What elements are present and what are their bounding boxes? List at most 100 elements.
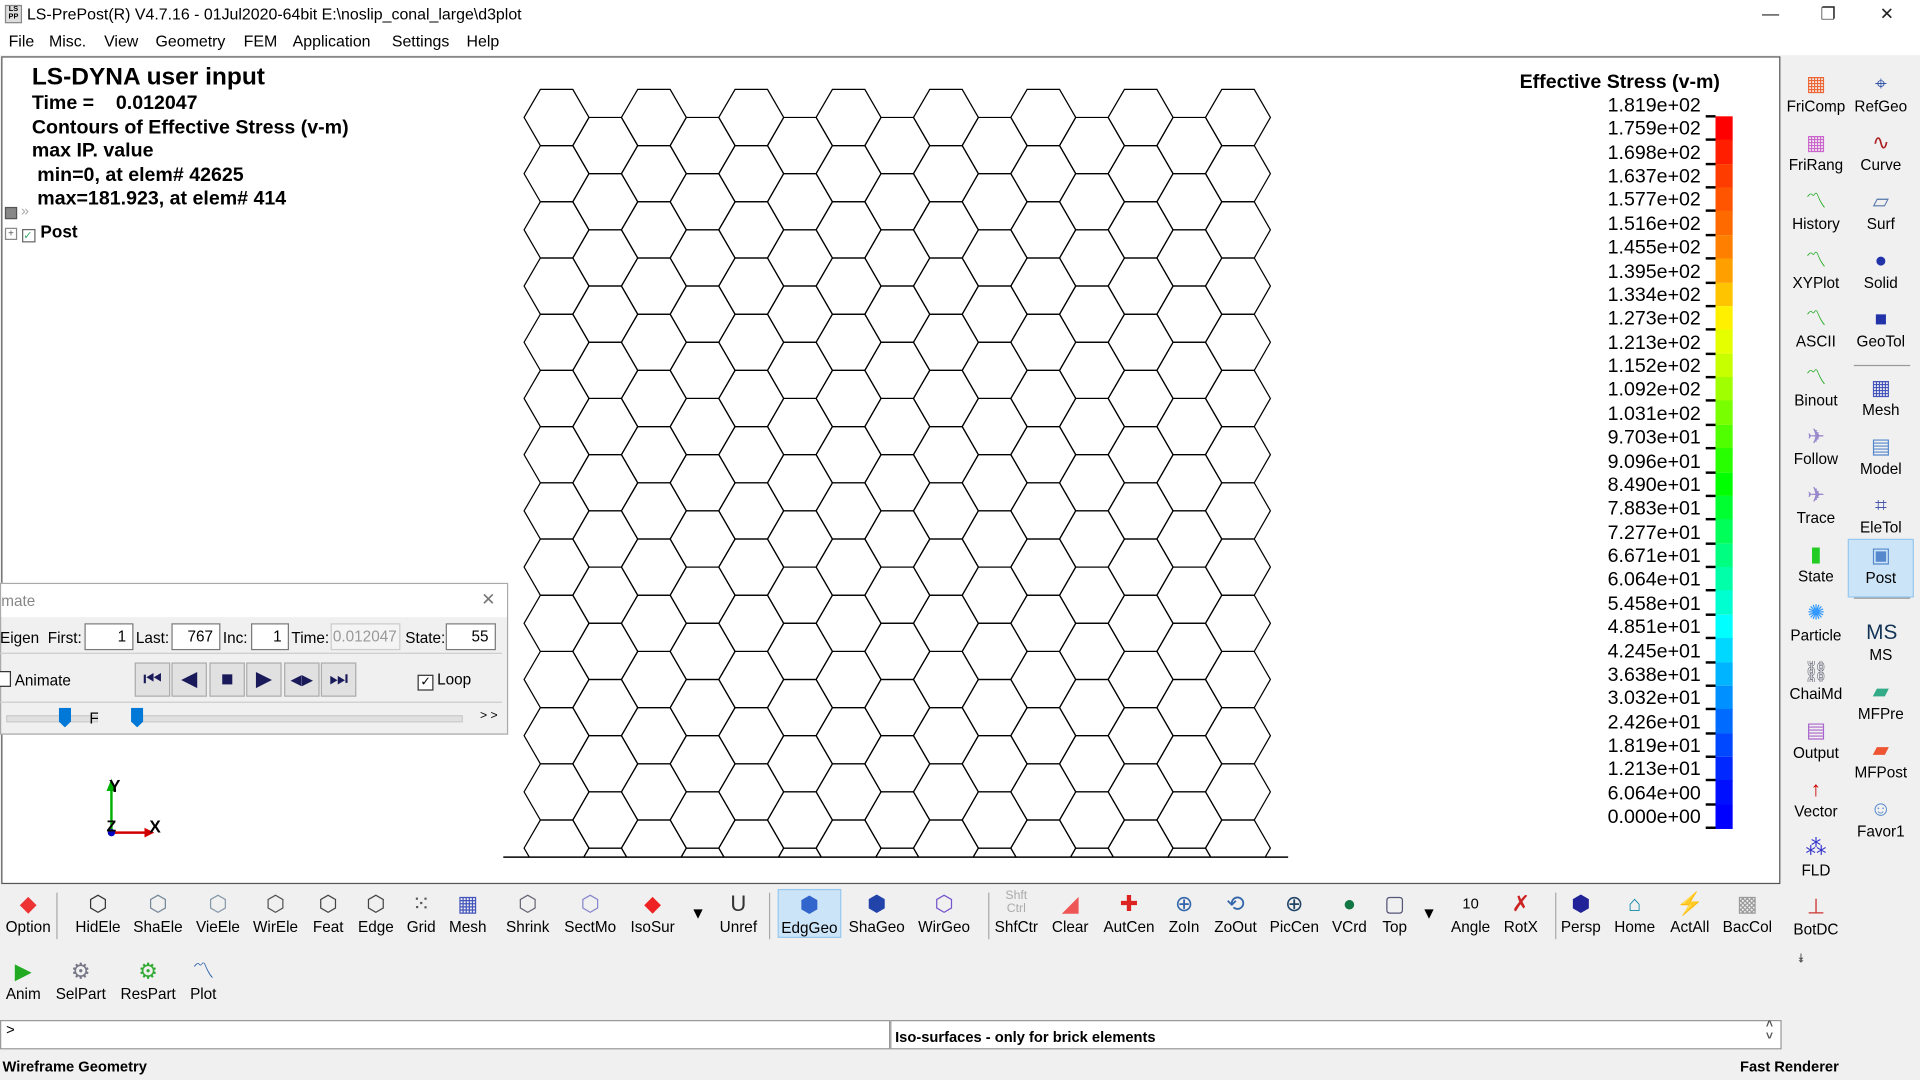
- toolbar-button-baccol[interactable]: ▩ BacCol: [1723, 889, 1772, 935]
- panel-button-eletol[interactable]: ⌗ EleTol: [1848, 490, 1914, 546]
- toolbar-button-wirgeo[interactable]: ⬡ WirGeo: [918, 889, 971, 936]
- toolbar-button-zoin[interactable]: ⊕ ZoIn: [1168, 889, 1200, 935]
- panel-button-history[interactable]: 〽 History: [1783, 186, 1849, 242]
- toolbar-button-feat[interactable]: ⬡ Feat: [312, 889, 344, 935]
- toolbar-button-isosur[interactable]: ◆ IsoSur: [631, 889, 675, 935]
- restore-button[interactable]: ❐: [1800, 0, 1856, 28]
- toolbar-button-vcrd[interactable]: ● VCrd: [1332, 889, 1367, 935]
- toolbar-button-shaele[interactable]: ⬡ ShaEle: [133, 889, 182, 935]
- toolbar-button-respart[interactable]: ⚙ ResPart: [121, 956, 176, 1003]
- toolbar-button-autcen[interactable]: ✚ AutCen: [1103, 889, 1154, 935]
- panel-button-frirang[interactable]: ▦ FriRang: [1783, 127, 1849, 183]
- menu-fem[interactable]: FEM: [244, 32, 278, 50]
- toolbar-button-plot[interactable]: 〽 Plot: [187, 956, 219, 1003]
- speed-slider[interactable]: [6, 715, 98, 723]
- toolbar-button-actall[interactable]: ⚡ ActAll: [1670, 889, 1709, 935]
- menu-misc[interactable]: Misc.: [49, 32, 86, 50]
- toolbar-button-shrink[interactable]: ⬡ Shrink: [506, 889, 549, 935]
- toolbar-button-persp[interactable]: ⬢ Persp: [1561, 889, 1601, 935]
- first-field[interactable]: 1: [84, 623, 134, 651]
- minimize-button[interactable]: —: [1742, 0, 1798, 28]
- legend-tick: [1705, 162, 1716, 165]
- command-input[interactable]: >: [0, 1020, 891, 1050]
- graphics-viewport[interactable]: LS-DYNA user input Time = 0.012047 Conto…: [1, 56, 1781, 885]
- panel-button-botdc[interactable]: ⊥ BotDC: [1783, 891, 1849, 947]
- more-button[interactable]: > >: [480, 709, 498, 722]
- panel-button-mfpre[interactable]: ▰ MFPre: [1848, 676, 1914, 732]
- toolbar-button-edge[interactable]: ⬡ Edge: [358, 889, 394, 935]
- toolbar-button-anim[interactable]: ▶ Anim: [6, 956, 41, 1003]
- toolbar-button-edggeo[interactable]: ⬢ EdgGeo: [777, 888, 842, 938]
- ping-pong-button[interactable]: ◀▶: [284, 662, 320, 697]
- first-frame-button[interactable]: ⏮: [134, 662, 171, 697]
- panel-button-vector[interactable]: ↑ Vector: [1783, 774, 1849, 830]
- message-scroll[interactable]: ˄ ˅: [1766, 1018, 1773, 1043]
- animate-close-button[interactable]: ✕: [481, 589, 495, 610]
- panel-button-curve[interactable]: ∿ Curve: [1848, 127, 1914, 183]
- toolbar-button-grid[interactable]: ⁙ Grid: [405, 889, 437, 935]
- stop-button[interactable]: ■: [209, 662, 245, 697]
- toolbar-dropdown-arrow[interactable]: ▼: [690, 904, 706, 922]
- panel-button-post[interactable]: ▣ Post: [1847, 538, 1914, 598]
- toolbar-button-rotx[interactable]: ✗ RotX: [1504, 889, 1538, 935]
- inc-field[interactable]: 1: [251, 623, 289, 651]
- loop-checkbox[interactable]: ✓ Loop: [417, 671, 471, 691]
- panel-button-favor1[interactable]: ☺ Favor1: [1848, 793, 1914, 849]
- animate-checkbox[interactable]: Animate: [0, 671, 71, 689]
- panel-more-button[interactable]: ⯯: [1798, 953, 1805, 966]
- panel-button-mesh[interactable]: ▦ Mesh: [1848, 372, 1914, 428]
- panel-button-fld[interactable]: ⁂ FLD: [1783, 833, 1849, 889]
- panel-button-solid[interactable]: ● Solid: [1848, 245, 1914, 301]
- toolbar-button-clear[interactable]: ◢ Clear: [1052, 889, 1089, 935]
- menu-view[interactable]: View: [104, 32, 138, 50]
- panel-button-fricomp[interactable]: ▦ FriComp: [1783, 69, 1849, 125]
- menu-geometry[interactable]: Geometry: [156, 32, 226, 50]
- last-frame-button[interactable]: ⏭: [320, 662, 357, 697]
- step-back-button[interactable]: ◀: [171, 662, 207, 697]
- toolbar-button-shfctr[interactable]: Shft Ctrl ShfCtr: [995, 889, 1038, 936]
- panel-button-ms[interactable]: MS MS: [1848, 617, 1914, 673]
- toolbar-button-option[interactable]: ◆ Option: [6, 889, 51, 935]
- toolbar-button-label: WirGeo: [918, 918, 971, 936]
- panel-button-mfpost[interactable]: ▰ MFPost: [1848, 735, 1914, 791]
- panel-button-geotol[interactable]: ■ GeoTol: [1848, 304, 1914, 360]
- panel-button-xyplot[interactable]: 〽 XYPlot: [1783, 245, 1849, 301]
- panel-button-refgeo[interactable]: ⌖ RefGeo: [1848, 69, 1914, 125]
- toolbar-button-top[interactable]: ▢ Top: [1379, 889, 1411, 935]
- close-button[interactable]: ✕: [1859, 0, 1915, 28]
- toolbar-button-mesh[interactable]: ▦ Mesh: [449, 889, 486, 935]
- toolbar-button-sectmo[interactable]: ⬡ SectMo: [564, 889, 616, 935]
- frame-slider[interactable]: [131, 715, 463, 723]
- panel-button-chaimd[interactable]: ⛓ ChaiMd: [1783, 656, 1849, 712]
- toolbar-button-angle[interactable]: 10 Angle: [1451, 889, 1490, 935]
- toolbar-button-label: ZoOut: [1214, 918, 1257, 936]
- panel-button-ascii[interactable]: 〽 ASCII: [1783, 304, 1849, 360]
- toolbar-button-piccen[interactable]: ⊕ PicCen: [1270, 889, 1319, 935]
- state-field[interactable]: 55: [445, 623, 496, 651]
- panel-button-follow[interactable]: ✈ Follow: [1783, 421, 1849, 477]
- contour-legend: 1.819e+02 1.759e+02 1.698e+02 1.637e+02 1.57…: [2, 58, 1779, 883]
- panel-button-state[interactable]: ▮ State: [1783, 539, 1849, 595]
- toolbar-button-home[interactable]: ⌂ Home: [1614, 889, 1655, 935]
- last-field[interactable]: 767: [171, 623, 221, 651]
- toolbar-button-unref[interactable]: U Unref: [720, 889, 757, 935]
- toolbar-button-selpart[interactable]: ⚙ SelPart: [56, 956, 106, 1003]
- toolbar-dropdown-arrow[interactable]: ▼: [1421, 904, 1437, 922]
- toolbar-button-vieele[interactable]: ⬡ VieEle: [196, 889, 240, 935]
- toolbar-button-hidele[interactable]: ⬡ HidEle: [75, 889, 120, 935]
- menu-file[interactable]: File: [9, 32, 35, 50]
- panel-button-trace[interactable]: ✈ Trace: [1783, 480, 1849, 536]
- panel-button-binout[interactable]: 〽 Binout: [1783, 362, 1849, 418]
- toolbar-button-wirele[interactable]: ⬡ WirEle: [253, 889, 298, 935]
- panel-button-surf[interactable]: ▱ Surf: [1848, 186, 1914, 242]
- panel-button-output[interactable]: ▤ Output: [1783, 715, 1849, 771]
- toolbar-button-shageo[interactable]: ⬢ ShaGeo: [849, 889, 905, 935]
- animate-titlebar[interactable]: mate ✕: [1, 584, 507, 618]
- panel-button-model[interactable]: ▤ Model: [1848, 431, 1914, 487]
- menu-settings[interactable]: Settings: [392, 32, 450, 50]
- menu-help[interactable]: Help: [467, 32, 500, 50]
- toolbar-button-zoout[interactable]: ⟲ ZoOut: [1214, 889, 1257, 936]
- menu-application[interactable]: Application: [293, 32, 371, 50]
- panel-button-particle[interactable]: ✺ Particle: [1783, 598, 1849, 654]
- play-button[interactable]: ▶: [246, 662, 282, 697]
